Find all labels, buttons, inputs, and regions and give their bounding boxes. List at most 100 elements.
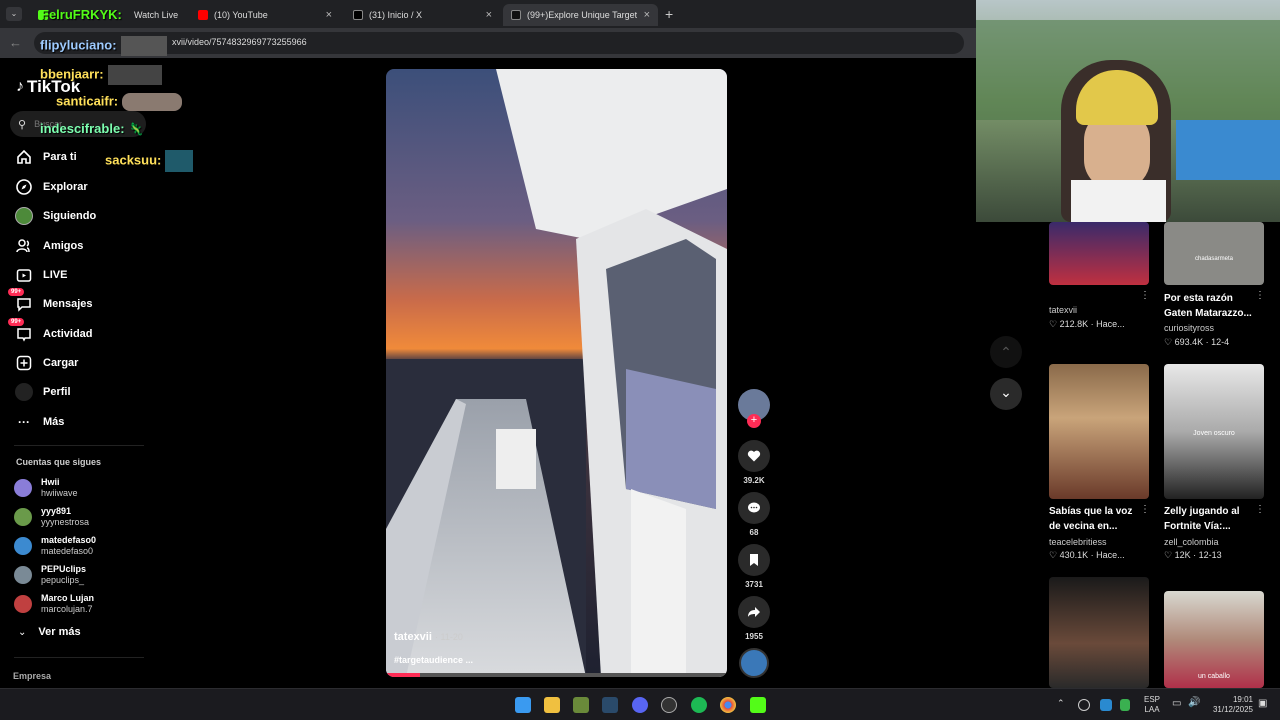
video-frame [386,69,727,677]
nav-cargar[interactable]: Cargar [14,352,78,374]
following-name: yyy891 [41,506,72,516]
related-title[interactable]: Zelly jugando al Fortnite Vía:... [1164,504,1259,534]
footer-link[interactable]: Empresa [13,671,51,681]
see-more-label: Ver más [38,626,81,638]
related-video-thumbnail[interactable] [1049,577,1149,688]
related-video-thumbnail[interactable] [1049,364,1149,499]
tab-tiktok[interactable]: (99+)Explore Unique Targeted I × [503,4,658,26]
related-author[interactable]: teacelebritiess [1049,537,1107,547]
clock-time: 19:01 [1232,695,1253,704]
post-time: · Hace... [1090,550,1125,560]
related-video-thumbnail[interactable]: chadasarmeta [1164,222,1264,285]
up-arrow-icon[interactable]: ⌃ [990,336,1022,368]
related-author[interactable]: curiosityross [1164,323,1214,333]
following-handle: hwiiwave [41,488,78,498]
tab-youtube[interactable]: (10) YouTube × [190,4,340,26]
sidebar-divider [14,445,144,446]
video-player[interactable]: tatexvii · 11-20 #targetaudience ... [386,69,727,677]
emote-icon [165,150,194,172]
nav-amigos[interactable]: Amigos [14,235,83,257]
tray-icon[interactable] [1120,699,1130,711]
tab-close-icon[interactable]: × [326,9,332,21]
sidebar-divider [14,657,144,658]
kick-icon[interactable] [750,697,766,713]
obs-icon[interactable] [661,697,677,713]
volume-icon[interactable]: 🔊 [1188,697,1200,708]
chat-username: FelruFRKYK: [41,7,122,22]
tab-label: (31) Inicio / X [369,10,423,20]
chrome-icon[interactable] [720,697,736,713]
video-author[interactable]: tatexvii · 11-20 [394,631,463,643]
app-icon[interactable] [573,697,589,713]
discord-icon[interactable] [632,697,648,713]
heart-outline-icon: ♡ [1049,550,1060,560]
following-name: PEPUclips [41,564,87,574]
related-author[interactable]: tatexvii [1049,305,1077,315]
related-video-thumbnail[interactable]: un caballo [1164,591,1264,688]
video-progress-fill [386,673,420,677]
nav-explorar[interactable]: Explorar [14,176,88,198]
notification-icon[interactable]: ▣ [1258,698,1267,709]
x-favicon-icon [353,10,363,20]
related-stats: ♡ 12K · 12-13 [1164,550,1222,561]
new-tab-button[interactable]: + [665,6,673,22]
following-item[interactable]: matedefaso0 matedefaso0 [14,532,96,560]
file-explorer-icon[interactable] [544,697,560,713]
nav-para-ti[interactable]: Para ti [14,146,77,168]
following-item[interactable]: Marco Lujan marcolujan.7 [14,590,94,618]
language-indicator[interactable]: ESP LAA [1144,695,1160,715]
save-count: 3731 [745,580,763,589]
chat-message: santicaifr: [56,93,183,111]
more-options-icon[interactable]: ⋮ [1140,290,1150,301]
tab-list-dropdown[interactable]: ⌄ [6,7,22,21]
tray-icon[interactable] [1078,699,1090,711]
jersey [1071,180,1166,222]
tab-close-icon[interactable]: × [644,9,650,21]
related-video-thumbnail[interactable] [1049,222,1149,285]
related-title[interactable]: Sabías que la voz de vecina en... [1049,504,1144,534]
view-count: 693.4K [1174,337,1204,347]
following-item[interactable]: yyy891 yyynestrosa [14,503,89,531]
related-video-thumbnail[interactable]: Joven oscuro [1164,364,1264,499]
view-count: 212.8K [1059,319,1089,329]
following-item[interactable]: Hwii hwiiwave [14,474,78,502]
back-arrow-icon[interactable]: ← [9,35,22,50]
nav-siguiendo[interactable]: Siguiendo [14,205,96,227]
down-arrow-icon[interactable]: ⌄ [990,378,1022,410]
tab-x[interactable]: (31) Inicio / X × [345,4,500,26]
video-caption[interactable]: #targetaudience ... [394,655,473,665]
tray-chevron-icon[interactable]: ⌃ [1057,698,1065,709]
follow-plus-icon[interactable]: + [747,414,761,428]
more-options-icon[interactable]: ⋮ [1140,504,1150,515]
related-stats: ♡ 430.1K · Hace... [1049,550,1125,561]
view-count: 12K [1174,550,1191,560]
see-more-button[interactable]: ⌄ Ver más [18,626,81,638]
heart-icon [747,450,761,462]
share-button[interactable] [738,596,770,628]
heart-outline-icon: ♡ [1164,337,1175,347]
thumbnail-overlay-text: chadasarmeta [1194,256,1234,262]
nav-mensajes[interactable]: 99+ Mensajes [8,288,93,315]
steam-icon[interactable] [602,697,618,713]
more-options-icon[interactable]: ⋮ [1255,504,1265,515]
tab-label: (99+)Explore Unique Targeted I [527,10,637,20]
comment-button[interactable] [738,492,770,524]
related-author[interactable]: zell_colombia [1164,537,1219,547]
network-icon[interactable]: ▭ [1172,698,1181,709]
related-title[interactable]: Por esta razón Gaten Matarazzo... [1164,291,1259,321]
following-item[interactable]: PEPUclips pepuclips_ [14,561,86,589]
following-icon [14,206,34,226]
save-button[interactable] [738,544,770,576]
spotify-icon[interactable] [691,697,707,713]
windows-start-icon[interactable] [515,697,531,713]
nav-perfil[interactable]: Perfil [14,381,71,403]
tab-close-icon[interactable]: × [486,9,492,21]
activity-badge: 99+ [8,318,25,326]
nav-live[interactable]: LIVE [14,264,67,286]
tray-icon[interactable] [1100,699,1112,711]
nav-actividad[interactable]: 99+ Actividad [8,318,93,345]
clock[interactable]: 19:01 31/12/2025 [1205,695,1253,715]
nav-mas[interactable]: ··· Más [14,411,64,433]
sound-disc-icon[interactable] [739,648,769,678]
like-button[interactable] [738,440,770,472]
